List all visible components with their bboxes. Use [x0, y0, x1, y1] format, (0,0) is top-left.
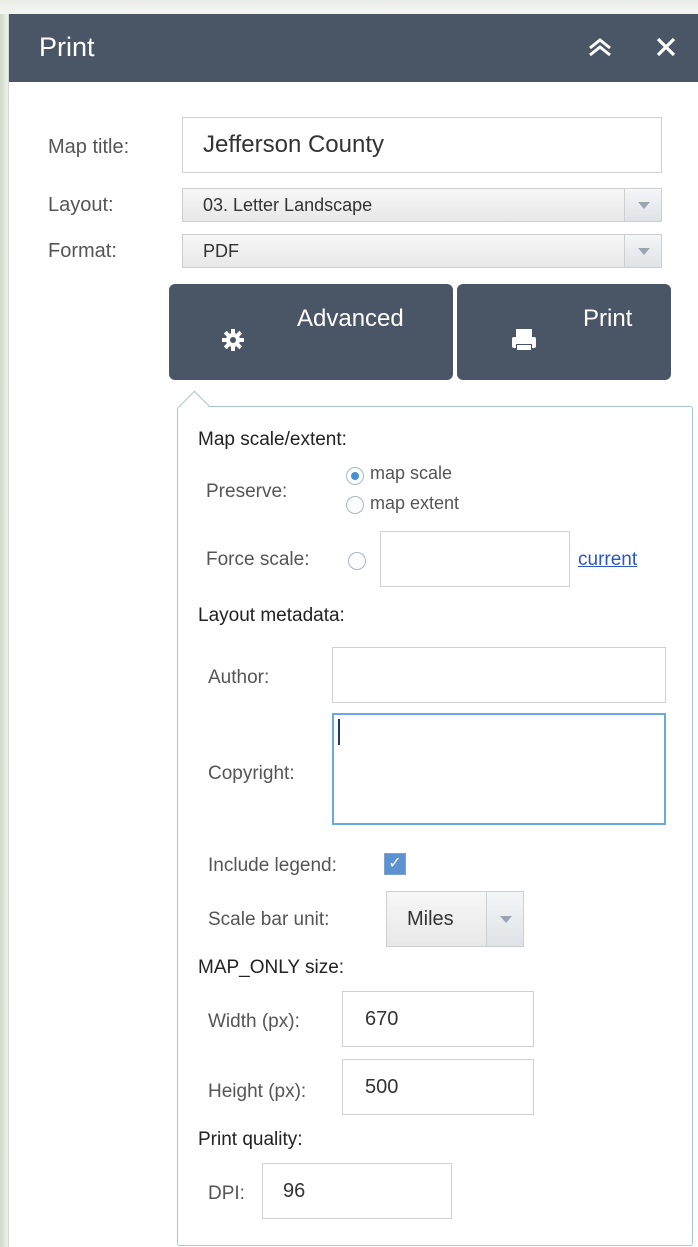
width-input[interactable]: 670 [342, 991, 534, 1047]
advanced-options-panel: Map scale/extent: Preserve: map scale ma… [177, 390, 693, 1246]
force-scale-input[interactable] [380, 531, 570, 587]
width-label: Width (px): [208, 1011, 300, 1032]
gear-icon [221, 328, 245, 357]
preserve-option-map-scale: map scale [370, 463, 453, 483]
dpi-input[interactable]: 96 [262, 1163, 452, 1219]
format-select[interactable]: PDF [182, 234, 662, 268]
double-chevron-up-icon[interactable] [583, 30, 617, 64]
force-scale-label: Force scale: [206, 549, 310, 570]
preserve-option-map-extent: map extent [370, 493, 460, 513]
map-background-edge [0, 14, 8, 1247]
scale-bar-unit-value: Miles [407, 908, 454, 930]
chevron-down-icon[interactable] [624, 189, 661, 221]
print-widget-panel: Print Map title: Jefferson County Layout… [8, 14, 698, 1247]
preserve-label: Preserve: [206, 481, 288, 502]
chevron-down-icon[interactable] [486, 892, 523, 946]
advanced-button[interactable]: Advanced [169, 284, 453, 380]
print-quality-section-title: Print quality: [198, 1129, 303, 1150]
height-input[interactable]: 500 [342, 1059, 534, 1115]
map-background-strip [0, 0, 698, 14]
layout-select[interactable]: 03. Letter Landscape [182, 188, 662, 222]
current-scale-link[interactable]: current [578, 549, 637, 571]
format-select-value: PDF [203, 241, 239, 261]
print-button-label: Print [583, 305, 633, 332]
map-title-input[interactable]: Jefferson County [182, 117, 662, 173]
copyright-label: Copyright: [208, 763, 295, 784]
printer-icon [511, 328, 537, 357]
scale-bar-unit-label: Scale bar unit: [208, 909, 330, 930]
format-label: Format: [48, 240, 117, 262]
author-input[interactable] [332, 647, 666, 703]
layout-label: Layout: [48, 194, 114, 216]
layout-select-value: 03. Letter Landscape [203, 195, 373, 215]
dpi-label: DPI: [208, 1183, 245, 1204]
panel-pointer [179, 390, 210, 421]
layout-metadata-section-title: Layout metadata: [198, 605, 345, 626]
panel-header: Print [9, 14, 698, 82]
force-scale-radio[interactable] [348, 552, 366, 570]
panel-title: Print [39, 32, 95, 62]
height-label: Height (px): [208, 1081, 307, 1102]
include-legend-checkbox[interactable]: ✓ [384, 853, 406, 875]
copyright-textarea[interactable] [332, 713, 666, 825]
map-only-size-section-title: MAP_ONLY size: [198, 957, 345, 978]
close-icon[interactable] [649, 30, 683, 64]
advanced-button-label: Advanced [297, 305, 404, 332]
map-title-label: Map title: [48, 136, 130, 158]
print-button[interactable]: Print [457, 284, 671, 380]
author-label: Author: [208, 667, 270, 688]
preserve-map-scale-radio[interactable] [346, 467, 364, 485]
preserve-map-extent-radio[interactable] [346, 496, 364, 514]
chevron-down-icon[interactable] [624, 235, 661, 267]
map-scale-section-title: Map scale/extent: [198, 429, 347, 450]
include-legend-label: Include legend: [208, 855, 337, 876]
scale-bar-unit-select[interactable]: Miles [386, 891, 524, 947]
text-caret [338, 719, 340, 745]
